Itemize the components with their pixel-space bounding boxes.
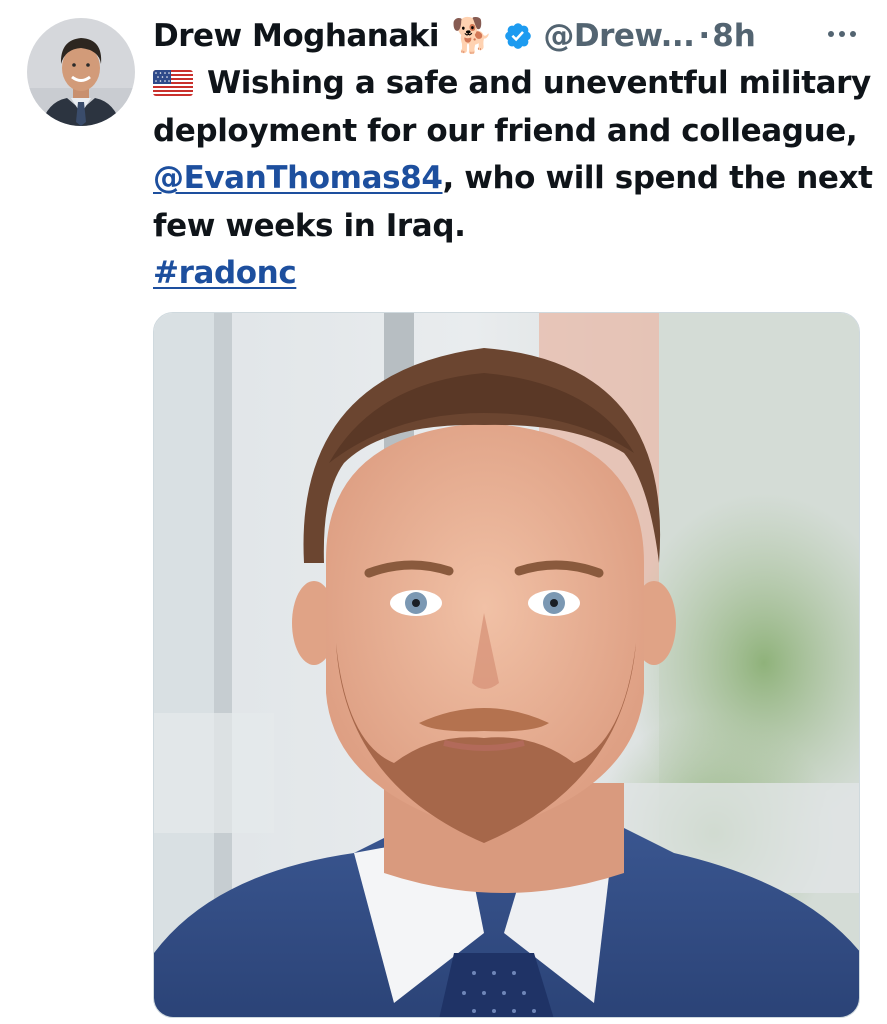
verified-badge-icon — [503, 21, 533, 51]
tweet-photo[interactable] — [153, 312, 860, 1018]
tweet-timestamp[interactable]: 8h — [712, 10, 756, 62]
us-flag-emoji — [153, 70, 193, 96]
more-options-icon[interactable] — [820, 14, 864, 54]
tweet-header: Drew Moghanaki 🐕 @Drew... · 8h — [153, 10, 756, 62]
mention-link[interactable]: @EvanThomas84 — [153, 160, 443, 196]
tweet-body: Wishing a safe and uneventful military d… — [153, 60, 873, 298]
separator-dot: · — [698, 18, 711, 54]
dog-emoji: 🐕 — [451, 16, 494, 56]
author-avatar[interactable] — [27, 18, 135, 126]
author-name[interactable]: Drew Moghanaki — [153, 10, 440, 62]
hashtag-link[interactable]: #radonc — [153, 255, 297, 291]
tweet-text-part1: Wishing a safe and uneventful military d… — [153, 65, 871, 149]
author-handle[interactable]: @Drew... — [543, 10, 695, 62]
